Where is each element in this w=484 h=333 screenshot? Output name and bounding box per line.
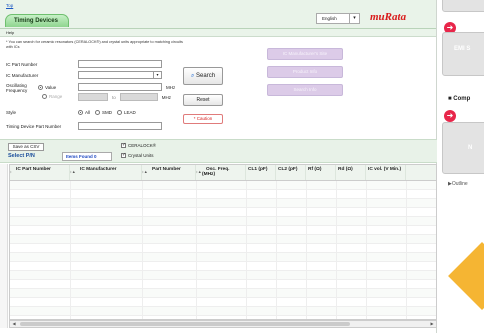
table-body bbox=[10, 181, 436, 319]
arrow-right-icon[interactable]: ➜ bbox=[444, 110, 456, 122]
style-label: Style bbox=[6, 110, 17, 116]
component-heading: ■ Comp bbox=[448, 96, 471, 102]
style-smd-radio[interactable]: SMD bbox=[95, 110, 112, 116]
component-card[interactable] bbox=[442, 122, 484, 174]
mhz-unit: MHz bbox=[161, 94, 172, 100]
col-ic-part-number[interactable]: ↕ IC Part Number bbox=[10, 165, 70, 180]
table-row bbox=[10, 271, 436, 280]
language-select[interactable]: English ▾ bbox=[316, 13, 360, 24]
table-row bbox=[10, 226, 436, 235]
table-row bbox=[10, 244, 436, 253]
oscillating-label: Oscillating Frequency bbox=[6, 83, 28, 93]
col-rd[interactable]: Rd (Ω) bbox=[336, 165, 366, 180]
table-row bbox=[10, 307, 436, 316]
to-label: to bbox=[112, 94, 116, 100]
col-part-number[interactable]: ↕▲ Part Number bbox=[142, 165, 196, 180]
ceralock-checkbox[interactable]: CERALOCK® bbox=[121, 142, 156, 148]
table-row bbox=[10, 280, 436, 289]
component-card-label: N bbox=[468, 145, 473, 151]
table-row bbox=[10, 289, 436, 298]
search-button[interactable]: ⌕ Search bbox=[183, 67, 223, 85]
frequency-mode: Value Range bbox=[38, 83, 78, 101]
language-value: English bbox=[322, 16, 337, 21]
search-note: * You can search for ceramic resonators … bbox=[6, 40, 183, 49]
timing-pn-label: Timing Device Part Number bbox=[6, 123, 62, 129]
ic-manufacturer-select[interactable]: ▾ bbox=[78, 71, 162, 79]
chevron-down-icon: ▾ bbox=[153, 72, 161, 78]
col-rf[interactable]: Rf (Ω) bbox=[306, 165, 336, 180]
ic-manufacturer-row: IC Manufacturer ▾ bbox=[6, 71, 162, 79]
col-cl1[interactable]: CL1 (pF) bbox=[246, 165, 276, 180]
scroll-left-icon[interactable]: ◀ bbox=[10, 321, 18, 327]
table-row bbox=[10, 208, 436, 217]
col-cl2[interactable]: CL2 (pF) bbox=[276, 165, 306, 180]
frequency-value-input[interactable] bbox=[78, 83, 162, 91]
header-band: Top Timing Devices English ▾ muRata bbox=[0, 0, 436, 29]
table-header: ↕ IC Part Number ↕▲ IC Manufacturer ↕▲ Part… bbox=[10, 165, 436, 181]
range-to-input[interactable] bbox=[119, 93, 158, 101]
table-row bbox=[10, 262, 436, 271]
value-radio[interactable]: Value bbox=[38, 85, 56, 91]
help-link[interactable]: Help bbox=[0, 29, 436, 37]
style-row: Style All SMD LEAD bbox=[6, 110, 136, 116]
vertical-scrollbar[interactable] bbox=[0, 164, 8, 328]
table-row bbox=[10, 199, 436, 208]
results-table: ↕ IC Part Number ↕▲ IC Manufacturer ↕▲ Part… bbox=[9, 164, 437, 320]
mhz-unit: MHz bbox=[166, 84, 176, 90]
ic-manufacturer-label: IC Manufacturer bbox=[6, 72, 39, 78]
caution-button[interactable]: * Caution bbox=[183, 114, 223, 124]
table-row bbox=[10, 235, 436, 244]
range-radio[interactable]: Range bbox=[42, 94, 62, 100]
panel-card-top[interactable] bbox=[442, 0, 484, 12]
top-link[interactable]: Top bbox=[6, 3, 13, 8]
emi-label: EMI S bbox=[454, 46, 471, 52]
search-label: Search bbox=[196, 73, 216, 79]
outline-link[interactable]: ▶Outline bbox=[448, 181, 468, 187]
crystal-units-checkbox[interactable]: Crystal Units bbox=[121, 152, 154, 158]
timing-pn-input[interactable] bbox=[78, 122, 162, 130]
scroll-thumb[interactable] bbox=[20, 322, 350, 326]
style-lead-radio[interactable]: LEAD bbox=[117, 110, 136, 116]
table-row bbox=[10, 181, 436, 190]
ic-manufacturer-site-button[interactable]: IC Manufacturer's Site bbox=[267, 48, 343, 60]
ic-part-number-label: IC Part Number bbox=[6, 61, 38, 67]
product-info-button[interactable]: Product Info bbox=[267, 66, 343, 78]
search-info-button[interactable]: Search Info bbox=[267, 84, 343, 96]
timing-pn-row: Timing Device Part Number bbox=[6, 122, 162, 130]
tab-timing-devices[interactable]: Timing Devices bbox=[5, 14, 69, 27]
search-icon: ⌕ bbox=[190, 73, 195, 79]
save-csv-button[interactable]: Save as CSV bbox=[8, 143, 44, 151]
range-from-input[interactable] bbox=[78, 93, 108, 101]
table-row bbox=[10, 190, 436, 199]
col-ic-vol[interactable]: IC vol. (V Min.) bbox=[366, 165, 406, 180]
ic-part-number-input[interactable] bbox=[78, 60, 162, 68]
select-pn-label: Select P/N bbox=[8, 153, 35, 159]
reset-button[interactable]: Reset bbox=[183, 94, 223, 106]
chevron-down-icon: ▾ bbox=[349, 14, 359, 23]
murata-logo: muRata bbox=[370, 11, 407, 23]
items-found-badge: Items Found 0 bbox=[62, 152, 112, 161]
emi-card[interactable] bbox=[442, 32, 484, 76]
frequency-row: Oscillating Frequency Value Range MHz to… bbox=[6, 83, 175, 101]
table-row bbox=[10, 253, 436, 262]
col-ic-manufacturer[interactable]: ↕▲ IC Manufacturer bbox=[70, 165, 142, 180]
table-row bbox=[10, 298, 436, 307]
horizontal-scrollbar[interactable]: ◀ ▶ bbox=[9, 320, 437, 328]
col-osc-freq[interactable]: ↕▲ Osc. Freq. (MHz) bbox=[196, 165, 246, 180]
main-window: Top Timing Devices English ▾ muRata Help… bbox=[0, 0, 437, 333]
results-toolbar: Save as CSV Select P/N Items Found 0 CER… bbox=[0, 139, 437, 163]
frequency-inputs: MHz to MHz bbox=[78, 83, 175, 101]
scroll-right-icon[interactable]: ▶ bbox=[428, 321, 436, 327]
table-row bbox=[10, 217, 436, 226]
style-all-radio[interactable]: All bbox=[78, 110, 90, 116]
ic-part-number-row: IC Part Number bbox=[6, 60, 162, 68]
